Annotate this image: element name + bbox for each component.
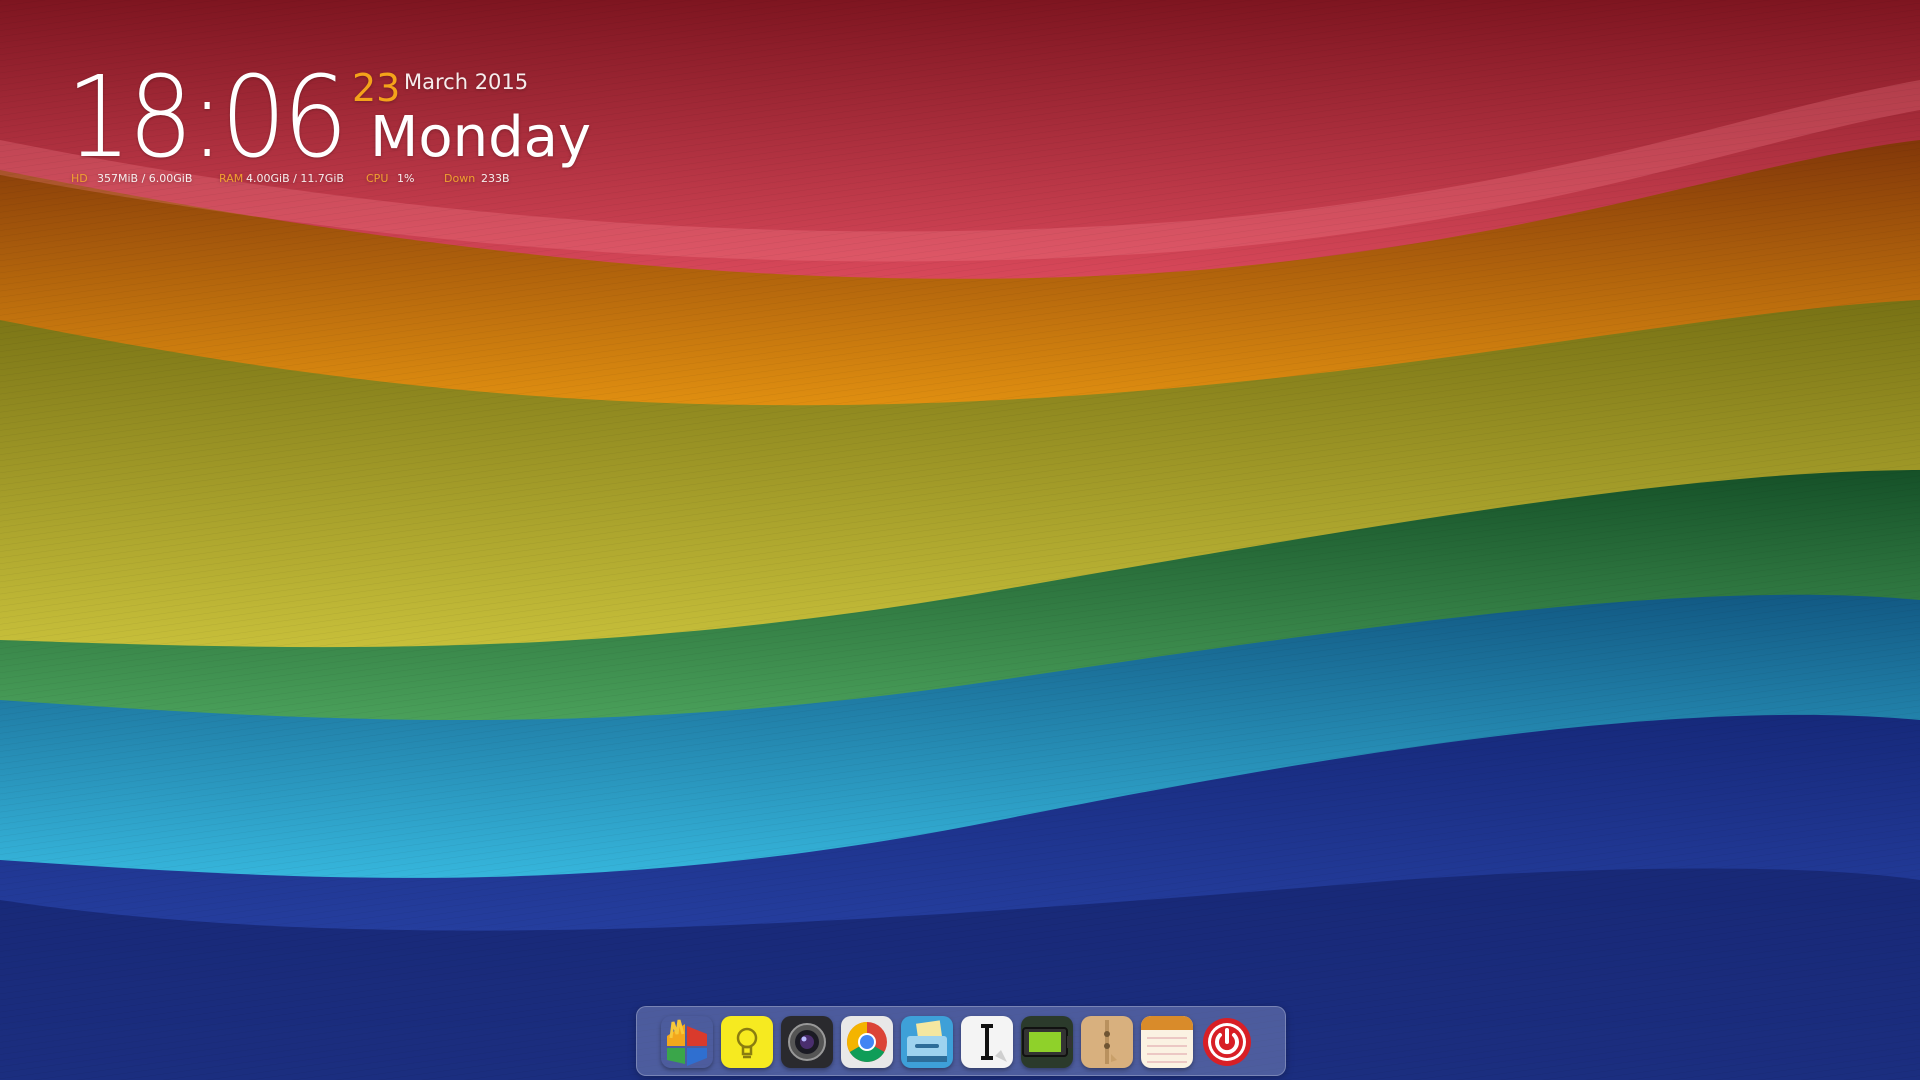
date-day: 23 [352, 66, 401, 110]
down-value: 233B [481, 172, 510, 185]
date-weekday: Monday [370, 105, 592, 170]
battery-icon[interactable] [1021, 1016, 1073, 1068]
lightbulb-icon[interactable] [721, 1016, 773, 1068]
ram-label: RAM [219, 172, 244, 185]
date-month-year: March 2015 [404, 70, 529, 94]
power-icon[interactable] [1201, 1016, 1253, 1068]
text-editor-icon[interactable] [961, 1016, 1013, 1068]
clock-time: 18:06 [66, 53, 348, 183]
cpu-label: CPU [366, 172, 389, 185]
cpu-value: 1% [397, 172, 415, 185]
multicolor-app-icon[interactable] [661, 1016, 713, 1068]
hd-label: HD [71, 172, 88, 185]
hd-value: 357MiB / 6.00GiB [97, 172, 193, 185]
archive-manager-icon[interactable] [1081, 1016, 1133, 1068]
notes-icon[interactable] [1141, 1016, 1193, 1068]
file-manager-icon[interactable] [901, 1016, 953, 1068]
dock [636, 1006, 1286, 1076]
chrome-browser-icon[interactable] [841, 1016, 893, 1068]
down-label: Down [444, 172, 476, 185]
ram-value: 4.00GiB / 11.7GiB [246, 172, 344, 185]
camera-lens-icon[interactable] [781, 1016, 833, 1068]
